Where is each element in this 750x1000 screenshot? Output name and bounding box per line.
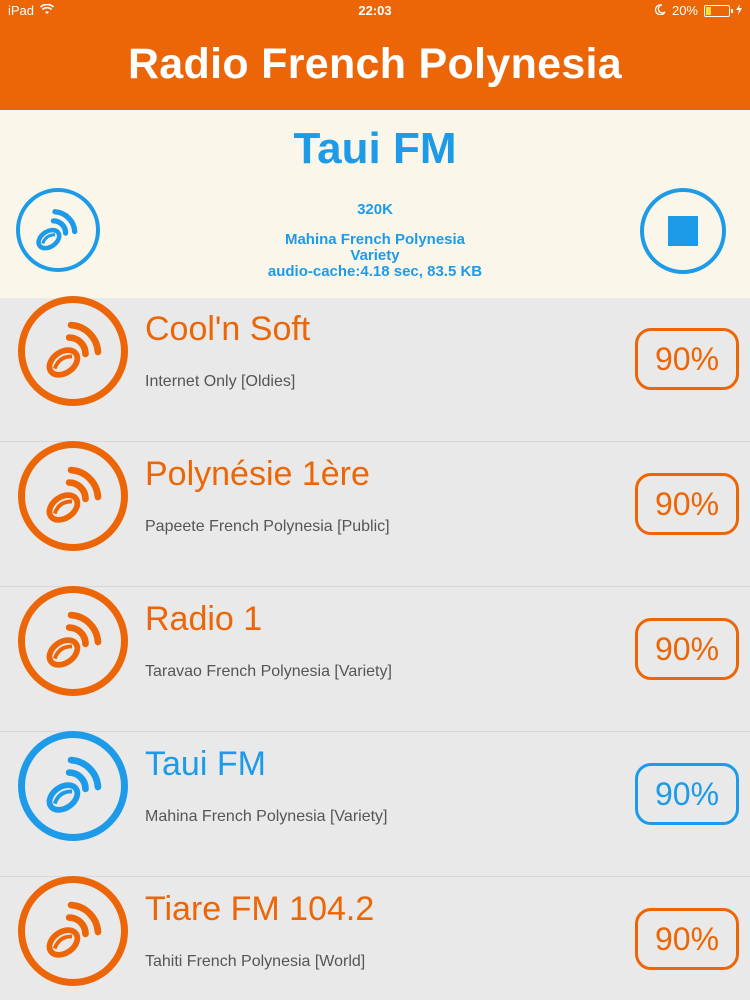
station-name: Taui FM xyxy=(145,745,266,783)
stop-icon xyxy=(668,216,698,246)
station-list: Cool'n Soft Internet Only [Oldies] 90% Poly… xyxy=(0,296,750,1000)
station-description: Internet Only [Oldies] xyxy=(145,373,296,390)
station-row[interactable]: Cool'n Soft Internet Only [Oldies] 90% xyxy=(0,296,750,442)
moon-icon xyxy=(654,3,666,18)
quality-badge[interactable]: 90% xyxy=(635,328,739,390)
station-name: Cool'n Soft xyxy=(145,310,311,348)
now-location: Mahina French Polynesia xyxy=(284,231,466,248)
status-bar: iPad 22:03 20% xyxy=(0,0,750,22)
now-playing-panel: Taui FM 320K Mahina French Polynesia Var… xyxy=(0,110,750,298)
station-description: Taravao French Polynesia [Variety] xyxy=(145,663,392,680)
station-description: Tahiti French Polynesia [World] xyxy=(145,953,366,970)
station-row[interactable]: Tiare FM 104.2 Tahiti French Polynesia [W… xyxy=(0,876,750,1000)
header-bar: iPad 22:03 20% Radio French Polynesia xyxy=(0,0,750,110)
radio-speaker-icon[interactable] xyxy=(18,441,128,551)
now-playing-info: 320K Mahina French Polynesia Variety aud… xyxy=(200,202,550,280)
station-name: Tiare FM 104.2 xyxy=(145,890,375,928)
now-bitrate: 320K xyxy=(357,201,393,218)
station-row[interactable]: Taui FM Mahina French Polynesia [Variety]… xyxy=(0,731,750,877)
radio-speaker-icon[interactable] xyxy=(18,731,128,841)
now-genre: Variety xyxy=(350,247,400,264)
radio-speaker-icon[interactable] xyxy=(18,296,128,406)
quality-badge[interactable]: 90% xyxy=(635,908,739,970)
station-description: Mahina French Polynesia [Variety] xyxy=(145,808,388,825)
station-name: Polynésie 1ère xyxy=(145,455,370,493)
station-row[interactable]: Radio 1 Taravao French Polynesia [Variety… xyxy=(0,586,750,732)
radio-speaker-icon[interactable] xyxy=(16,188,100,272)
status-time: 22:03 xyxy=(358,3,392,18)
charging-bolt-icon xyxy=(736,3,742,18)
quality-badge[interactable]: 90% xyxy=(635,618,739,680)
app-title: Radio French Polynesia xyxy=(127,40,623,88)
app-root: iPad 22:03 20% Radio French Polynesia Ta… xyxy=(0,0,750,1000)
station-name: Radio 1 xyxy=(145,600,263,638)
station-description: Papeete French Polynesia [Public] xyxy=(145,518,390,535)
station-row[interactable]: Polynésie 1ère Papeete French Polynesia [… xyxy=(0,441,750,587)
radio-speaker-icon[interactable] xyxy=(18,876,128,986)
quality-badge[interactable]: 90% xyxy=(635,763,739,825)
status-right: 20% xyxy=(654,3,742,18)
battery-percent: 20% xyxy=(671,3,698,18)
now-playing-title: Taui FM xyxy=(293,124,457,173)
stop-button[interactable] xyxy=(640,188,726,274)
quality-badge[interactable]: 90% xyxy=(635,473,739,535)
radio-speaker-icon[interactable] xyxy=(18,586,128,696)
battery-icon xyxy=(704,4,733,17)
now-cache: audio-cache:4.18 sec, 83.5 KB xyxy=(267,263,483,280)
